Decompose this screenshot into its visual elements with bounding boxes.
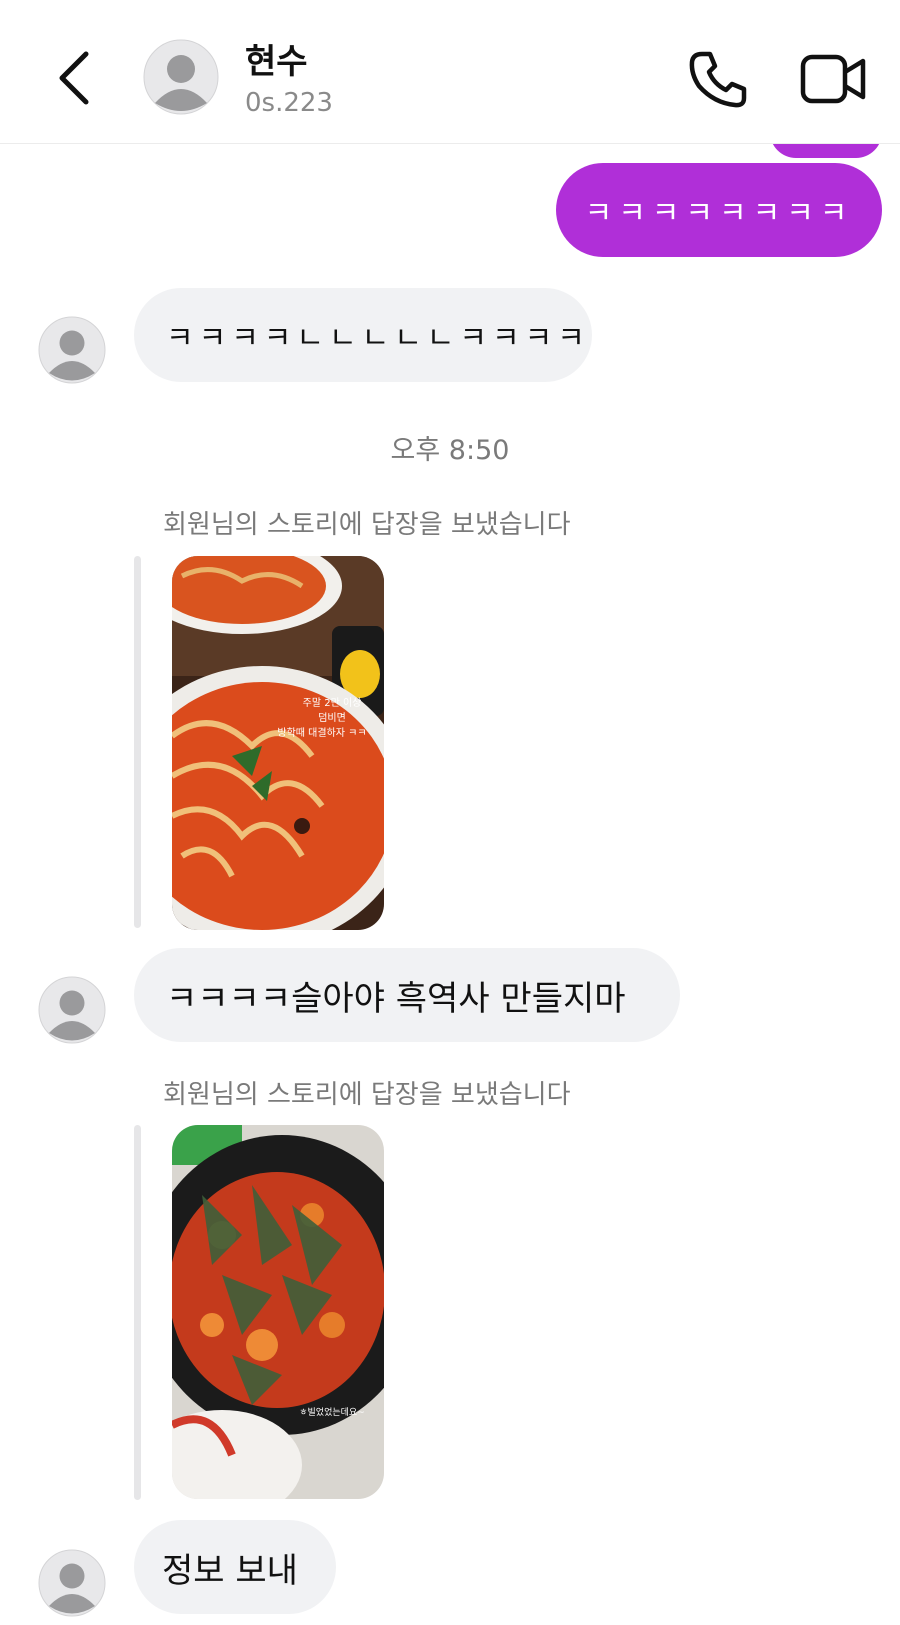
default-avatar-icon [38, 976, 106, 1044]
sender-avatar[interactable] [38, 1549, 106, 1617]
story-reply-label: 회원님의 스토리에 답장을 보냈습니다 [163, 1080, 571, 1110]
story-reply-label: 회원님의 스토리에 답장을 보냈습니다 [163, 510, 571, 540]
back-button[interactable] [50, 42, 106, 114]
story-caption: 방학때 대결하자 ㅋㅋ [277, 726, 366, 739]
sent-message-bubble[interactable]: ㅋㅋㅋㅋㅋㅋㅋㅋ [556, 163, 882, 257]
video-camera-icon [800, 54, 866, 104]
reply-indicator-line [134, 1125, 141, 1500]
message-timestamp: 오후 8:50 [390, 435, 510, 466]
story-caption: 주말 2만 이상 [303, 697, 362, 709]
story-photo: 주말 2만 이상 덤비면 방학때 대결하자 ㅋㅋ [172, 556, 384, 930]
default-avatar-icon [38, 316, 106, 384]
default-avatar-icon [143, 39, 219, 115]
contact-name[interactable]: 현수 [245, 34, 308, 83]
received-message-bubble[interactable]: 정보 보내 [134, 1520, 336, 1614]
chevron-left-icon [59, 51, 89, 105]
story-caption: 덤비면 [318, 712, 346, 724]
default-avatar-icon [38, 1549, 106, 1617]
story-thumbnail-noodle-soup[interactable]: 주말 2만 이상 덤비면 방학때 대결하자 ㅋㅋ [172, 556, 384, 930]
sender-avatar[interactable] [38, 316, 106, 384]
chat-header: 현수 0s.223 [0, 0, 900, 144]
phone-icon [689, 51, 747, 108]
story-photo: ㅎ빌었었는데요~ [172, 1125, 384, 1499]
story-caption: ㅎ빌었었는데요~ [299, 1406, 365, 1418]
received-message-bubble[interactable]: ㅋㅋㅋㅋ슬아야 흑역사 만들지마 [134, 948, 680, 1042]
contact-handle: 0s.223 [245, 88, 333, 118]
voice-call-button[interactable] [688, 48, 748, 110]
reply-indicator-line [134, 556, 141, 928]
video-call-button[interactable] [800, 50, 868, 108]
sender-avatar[interactable] [38, 976, 106, 1044]
contact-avatar[interactable] [143, 39, 219, 115]
story-thumbnail-spicy-dish[interactable]: ㅎ빌었었는데요~ [172, 1125, 384, 1499]
received-message-bubble[interactable]: ㅋㅋㅋㅋㄴㄴㄴㄴㄴㅋㅋㅋㅋ [134, 288, 592, 382]
